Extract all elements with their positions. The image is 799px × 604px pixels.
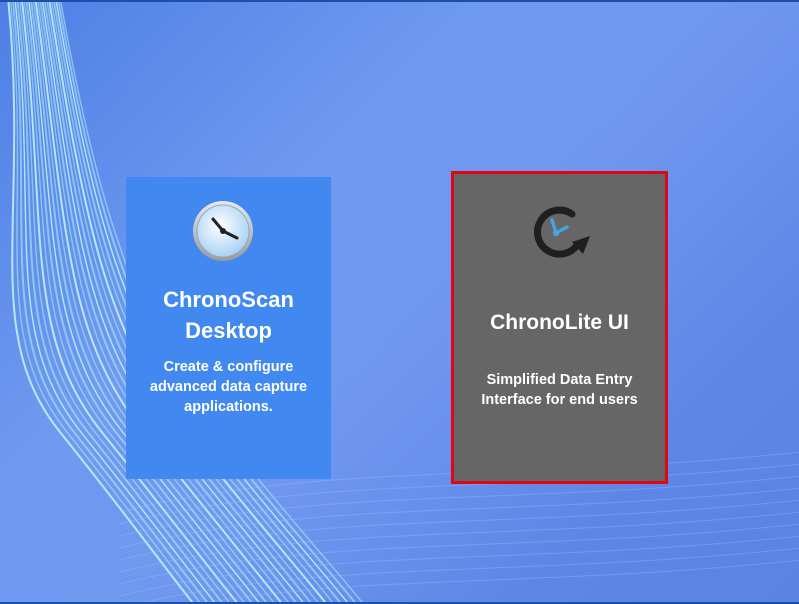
clock-refresh-icon bbox=[534, 206, 590, 258]
tile-description: Create & configure advanced data capture… bbox=[149, 359, 308, 415]
tile-title: ChronoScan Desktop bbox=[163, 287, 294, 343]
tile-title: ChronoLite UI bbox=[490, 311, 629, 334]
chronoscan-desktop-tile[interactable]: ChronoScan Desktop Create & configure ad… bbox=[126, 177, 331, 479]
clock-icon bbox=[193, 201, 253, 261]
tile-description: Simplified Data Entry Interface for end … bbox=[481, 372, 638, 408]
background-wave-lines bbox=[7, 2, 799, 602]
chronolite-ui-tile[interactable]: ChronoLite UI Simplified Data Entry Inte… bbox=[451, 171, 668, 484]
launcher-screen: ChronoScan Desktop Create & configure ad… bbox=[0, 0, 799, 604]
